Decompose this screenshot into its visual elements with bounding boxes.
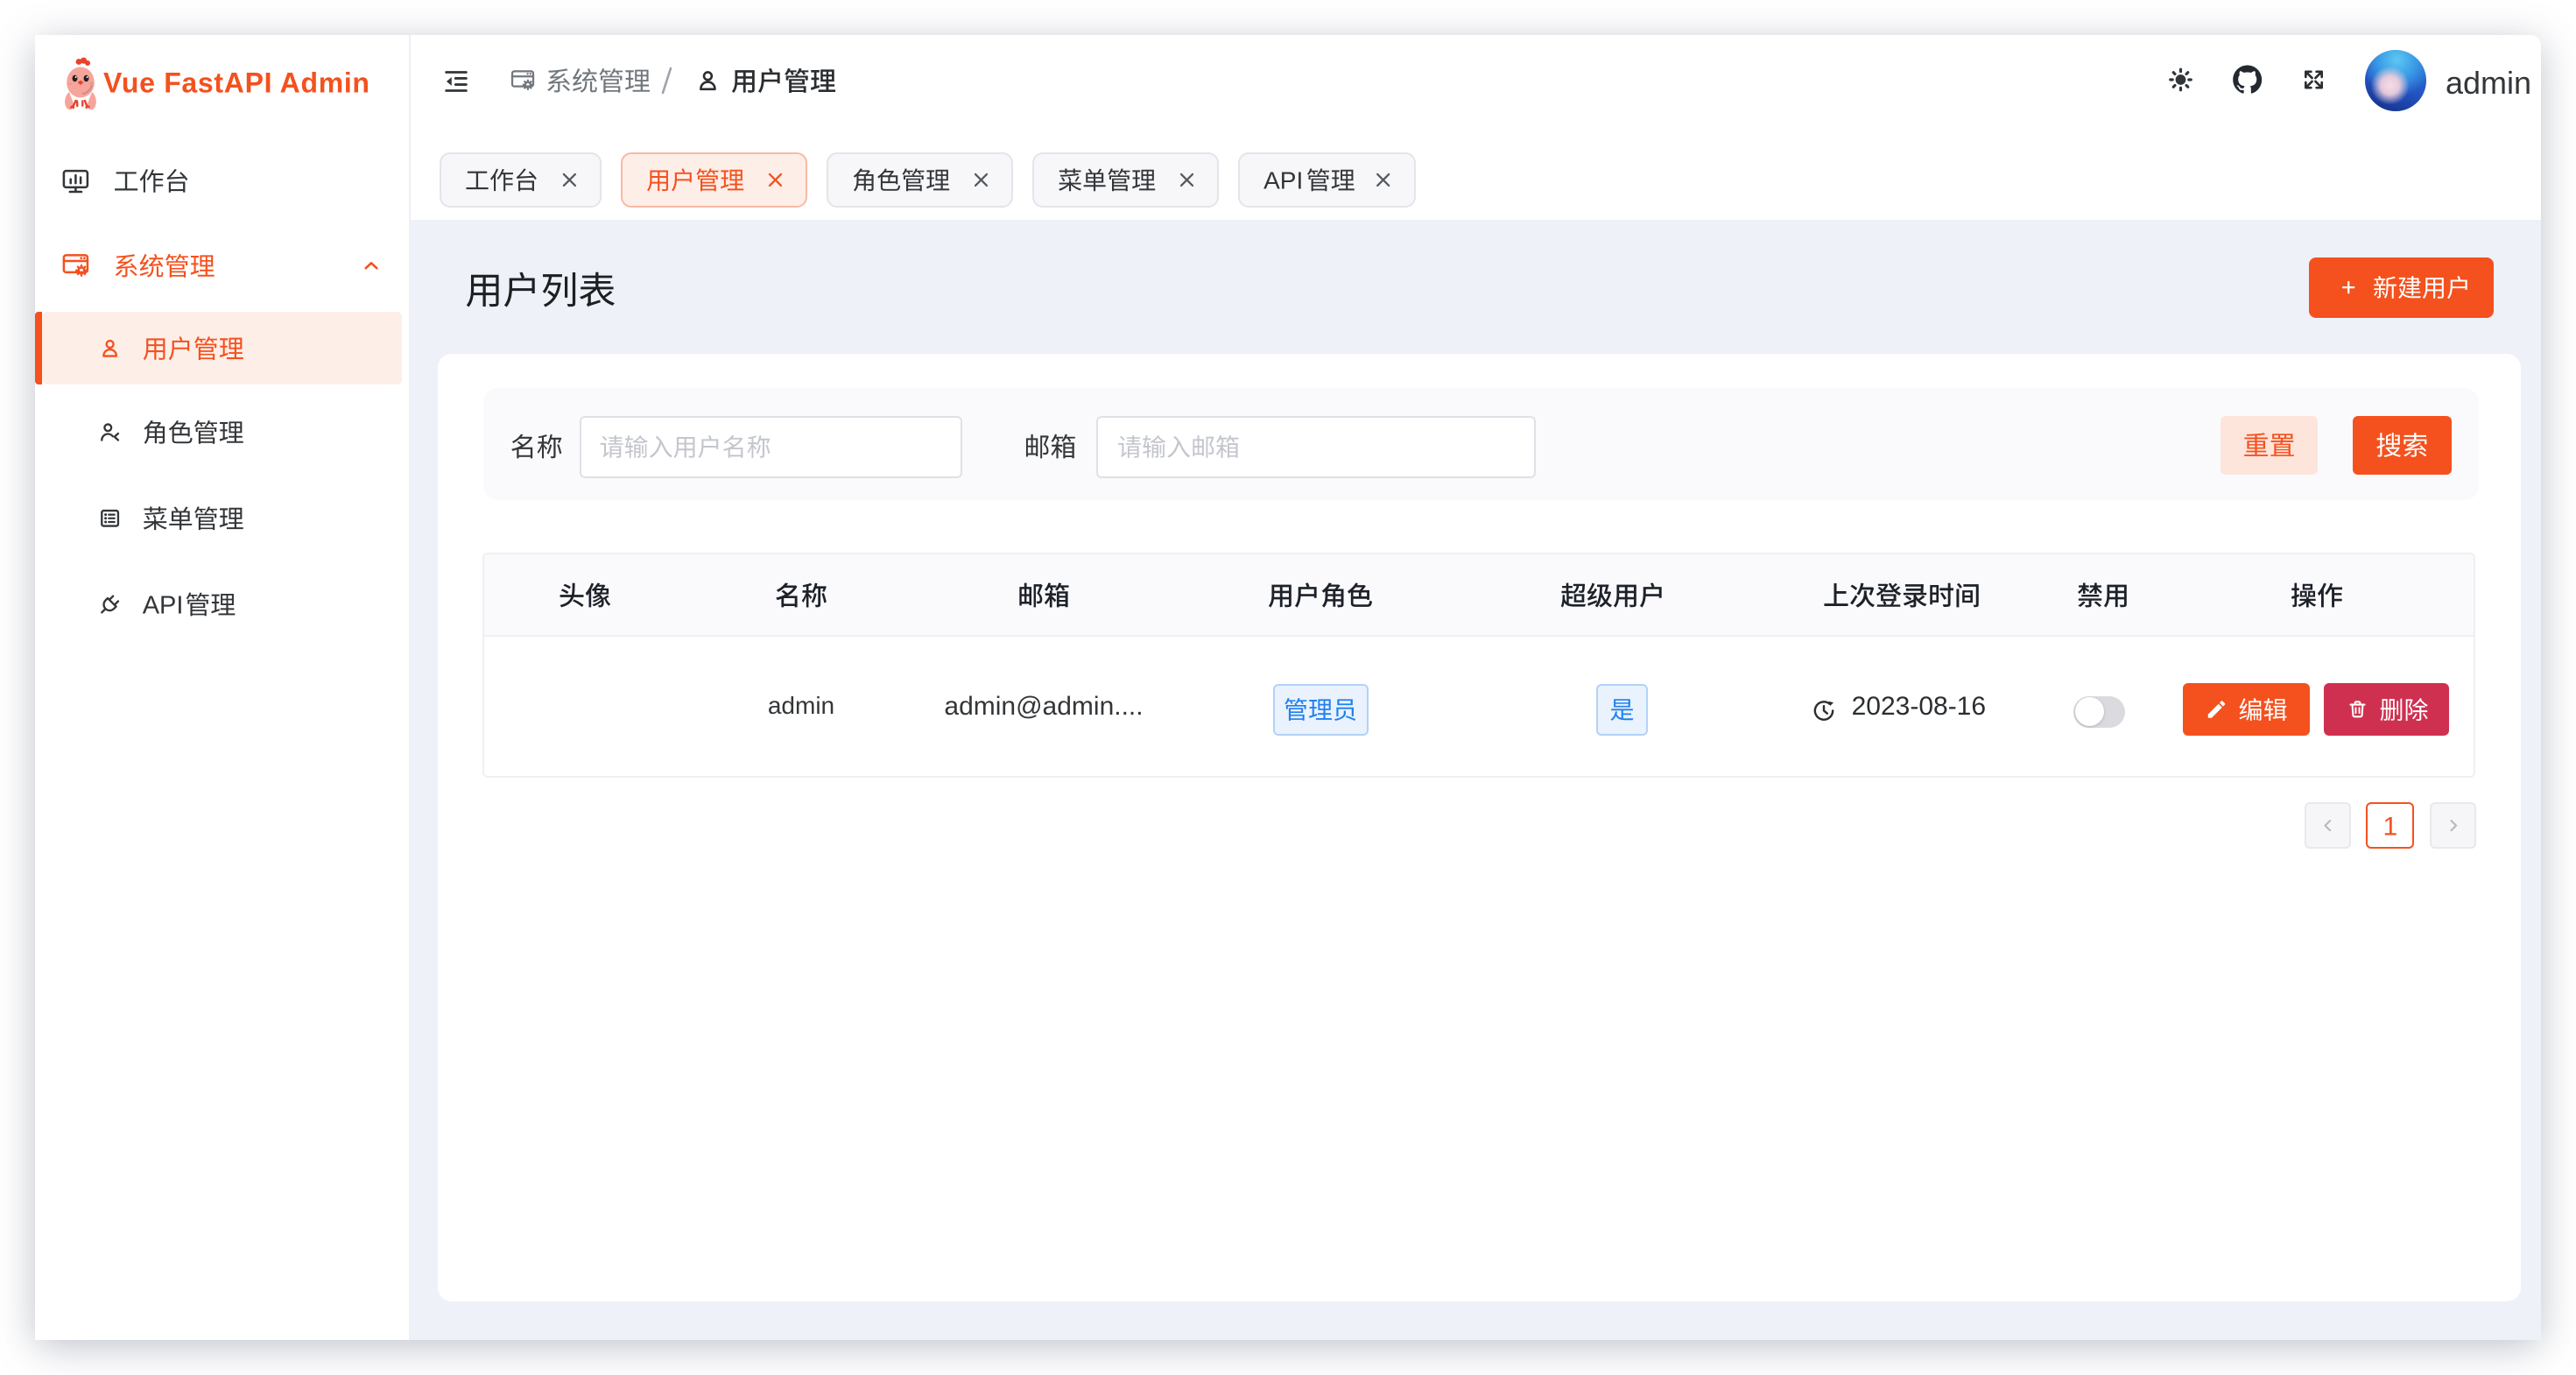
- svg-text:admin: admin: [2446, 65, 2531, 101]
